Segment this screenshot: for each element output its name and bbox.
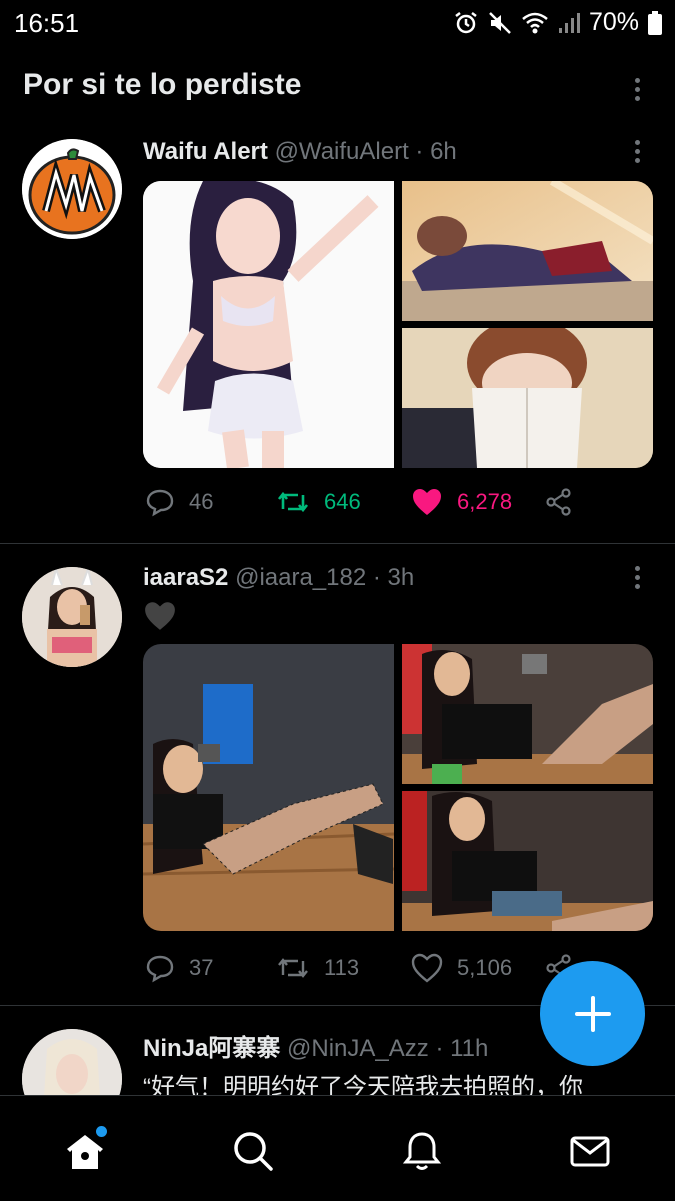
mute-icon bbox=[487, 10, 513, 36]
media-image-2[interactable] bbox=[402, 181, 653, 321]
like-button[interactable]: 5,106 bbox=[411, 953, 512, 983]
battery-text: 70% bbox=[588, 8, 639, 36]
tweet-media-grid bbox=[143, 181, 653, 468]
alarm-icon bbox=[453, 10, 479, 36]
tweet-text: “好气！明明约好了今天陪我去拍照的，你 bbox=[143, 1074, 583, 1095]
status-bar: 16:51 70% bbox=[0, 0, 675, 50]
reply-button[interactable]: 37 bbox=[145, 953, 213, 983]
avatar-iaaras2[interactable] bbox=[22, 567, 122, 667]
section-more-icon[interactable] bbox=[627, 78, 647, 108]
tweet-time: · 11h bbox=[435, 1035, 489, 1062]
tweet-more-icon[interactable] bbox=[627, 566, 647, 596]
search-icon bbox=[234, 1132, 273, 1171]
retweet-icon bbox=[277, 491, 309, 513]
share-icon bbox=[546, 488, 571, 516]
tweet-actions: 46 646 6,278 bbox=[143, 487, 583, 527]
media-image-1[interactable] bbox=[143, 181, 394, 468]
section-title: Por si te lo perdiste bbox=[23, 68, 302, 101]
section-header: Por si te lo perdiste bbox=[0, 60, 675, 120]
tweet-actions: 37 113 5,106 bbox=[143, 953, 583, 993]
reply-count: 46 bbox=[189, 489, 214, 514]
avatar-ninja[interactable] bbox=[22, 1029, 122, 1095]
avatar-waifu-alert[interactable] bbox=[22, 139, 122, 239]
messages-icon bbox=[570, 1136, 610, 1167]
tweet-iaaras2[interactable]: iaaraS2 @iaara_182 · 3h 37 113 5,106 bbox=[0, 552, 675, 1004]
user-handle[interactable]: @WaifuAlert bbox=[275, 138, 409, 165]
compose-tweet-button[interactable] bbox=[540, 961, 645, 1066]
nav-messages[interactable] bbox=[565, 1126, 615, 1176]
tweet-media-grid bbox=[143, 644, 653, 931]
user-handle[interactable]: @NinJA_Azz bbox=[287, 1035, 429, 1062]
nav-notifications[interactable] bbox=[397, 1126, 447, 1176]
tweet-header: iaaraS2 @iaara_182 · 3h bbox=[143, 564, 414, 592]
status-icons: 70% bbox=[453, 8, 663, 37]
nav-home[interactable] bbox=[60, 1126, 110, 1176]
reply-icon bbox=[146, 489, 174, 517]
heart-filled-icon bbox=[413, 489, 441, 515]
share-button[interactable] bbox=[544, 487, 574, 517]
tweet-time: · 3h bbox=[372, 564, 415, 591]
plus-icon bbox=[574, 995, 611, 1032]
retweet-button[interactable]: 646 bbox=[276, 487, 361, 517]
reply-count: 37 bbox=[189, 955, 214, 980]
divider bbox=[0, 543, 675, 544]
tweet-more-icon[interactable] bbox=[627, 140, 647, 170]
media-image-3[interactable] bbox=[402, 791, 653, 931]
heart-icon bbox=[411, 953, 443, 983]
display-name[interactable]: NinJa阿寨寨 bbox=[143, 1035, 280, 1062]
signal-icon bbox=[557, 10, 581, 36]
like-button[interactable]: 6,278 bbox=[411, 487, 512, 517]
like-count: 6,278 bbox=[457, 489, 513, 514]
bottom-navigation bbox=[0, 1095, 675, 1201]
reply-button[interactable]: 46 bbox=[145, 487, 213, 517]
heart-emoji-icon bbox=[143, 600, 177, 637]
tweet-header: Waifu Alert @WaifuAlert · 6h bbox=[143, 138, 457, 166]
nav-search[interactable] bbox=[228, 1126, 278, 1176]
media-image-3[interactable] bbox=[402, 328, 653, 468]
retweet-button[interactable]: 113 bbox=[276, 953, 359, 983]
media-image-2[interactable] bbox=[402, 644, 653, 784]
wifi-icon bbox=[521, 10, 549, 36]
notifications-icon bbox=[402, 1132, 442, 1170]
battery-icon bbox=[647, 10, 663, 36]
display-name[interactable]: iaaraS2 bbox=[143, 564, 228, 591]
tweet-time: · 6h bbox=[415, 138, 457, 165]
home-notification-dot bbox=[96, 1126, 107, 1137]
media-image-1[interactable] bbox=[143, 644, 394, 931]
retweet-icon bbox=[278, 958, 308, 978]
like-count: 5,106 bbox=[457, 955, 513, 980]
status-time: 16:51 bbox=[14, 8, 80, 38]
retweet-count: 113 bbox=[324, 955, 360, 980]
tweet-header: NinJa阿寨寨 @NinJA_Azz · 11h bbox=[143, 1028, 488, 1063]
retweet-count: 646 bbox=[324, 489, 361, 514]
display-name[interactable]: Waifu Alert bbox=[143, 138, 268, 165]
tweet-waifu-alert[interactable]: Waifu Alert @WaifuAlert · 6h 46 646 6,27… bbox=[0, 130, 675, 542]
user-handle[interactable]: @iaara_182 bbox=[235, 564, 366, 591]
reply-icon bbox=[146, 955, 174, 983]
